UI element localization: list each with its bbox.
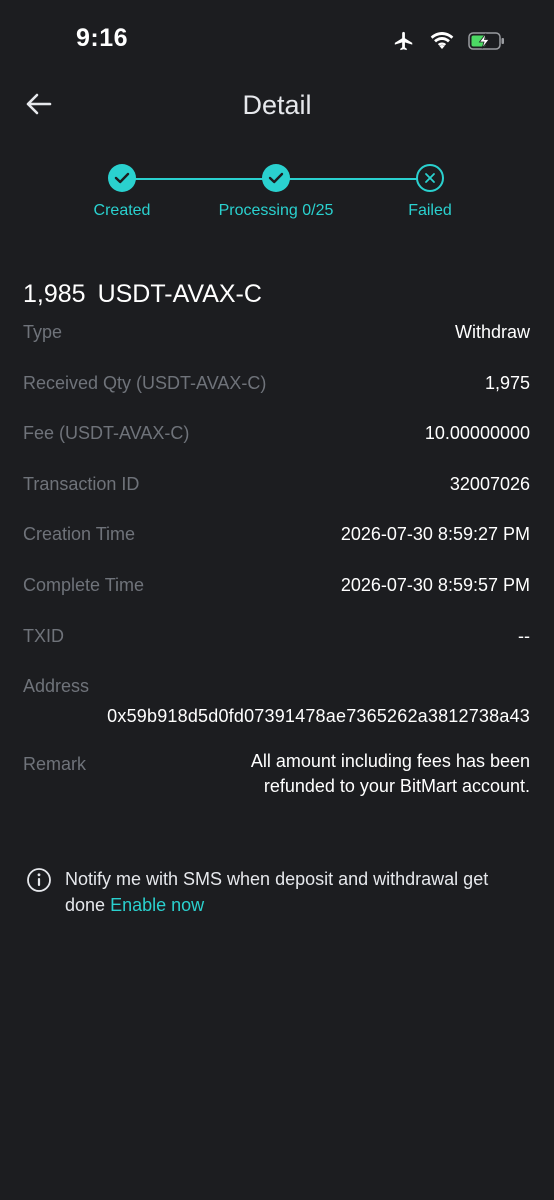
status-icons [392, 30, 506, 57]
detail-value: Withdraw [454, 322, 530, 342]
detail-value: 10.00000000 [424, 423, 530, 444]
amount-currency: USDT-AVAX-C [97, 280, 262, 308]
detail-row-transaction-id: Transaction ID 32007026 [23, 474, 530, 525]
detail-label: Received Qty (USDT-AVAX-C) [23, 372, 267, 393]
enable-now-link[interactable]: Enable now [110, 895, 204, 915]
page-title: Detail [242, 90, 312, 120]
detail-label: Complete Time [23, 574, 145, 595]
detail-label: Creation Time [23, 524, 136, 545]
amount-value: 1,985 [23, 280, 86, 308]
wifi-icon [430, 31, 454, 56]
detail-value: -- [518, 625, 530, 646]
detail-value: 1,975 [484, 372, 530, 393]
check-icon [108, 164, 136, 192]
check-icon [262, 164, 290, 192]
status-progress: Created Processing 0/25 Failed [0, 162, 554, 232]
battery-charging-icon [468, 31, 506, 56]
detail-row-creation-time: Creation Time 2026-07-30 8:59:27 PM [23, 524, 530, 575]
detail-value: 2026-07-30 8:59:57 PM [340, 574, 530, 595]
detail-row-address: Address 0x59b918d5d0fd07391478ae7365262a… [23, 676, 530, 754]
details-list: Type Withdraw Received Qty (USDT-AVAX-C)… [23, 322, 530, 799]
close-icon [416, 164, 444, 192]
detail-value: 2026-07-30 8:59:27 PM [340, 524, 530, 545]
remark-line: refunded to your BitMart account. [263, 776, 530, 797]
detail-label: TXID [23, 625, 65, 646]
remark-line: All amount including fees has been [250, 751, 530, 772]
amount-title: 1,985 USDT-AVAX-C [23, 280, 262, 309]
status-bar: 9:16 [0, 0, 554, 80]
detail-row-remark: Remark All amount including fees has bee… [23, 751, 530, 799]
remark-value: All amount including fees has been refun… [251, 749, 530, 799]
airplane-icon [392, 30, 416, 57]
info-icon [26, 867, 52, 893]
status-time: 9:16 [76, 24, 129, 52]
address-value[interactable]: 0x59b918d5d0fd07391478ae7365262a3812738a… [23, 706, 530, 727]
detail-label: Type [23, 322, 63, 342]
detail-row-received: Received Qty (USDT-AVAX-C) 1,975 [23, 373, 530, 424]
header: Detail [0, 80, 554, 134]
notify-text: Notify me with SMS when deposit and with… [65, 866, 515, 918]
step-label: Failed [408, 202, 452, 219]
detail-value[interactable]: 32007026 [450, 474, 530, 495]
detail-label: Fee (USDT-AVAX-C) [23, 423, 190, 444]
detail-row-fee: Fee (USDT-AVAX-C) 10.00000000 [23, 423, 530, 474]
detail-row-complete-time: Complete Time 2026-07-30 8:59:57 PM [23, 575, 530, 626]
detail-row-txid: TXID -- [23, 626, 530, 677]
detail-label: Transaction ID [23, 473, 140, 494]
detail-row-type: Type Withdraw [23, 322, 530, 373]
detail-label: Remark [23, 754, 87, 775]
step-failed: Failed [330, 162, 530, 220]
detail-label: Address [23, 676, 90, 697]
sms-notify-banner: Notify me with SMS when deposit and with… [26, 866, 530, 918]
